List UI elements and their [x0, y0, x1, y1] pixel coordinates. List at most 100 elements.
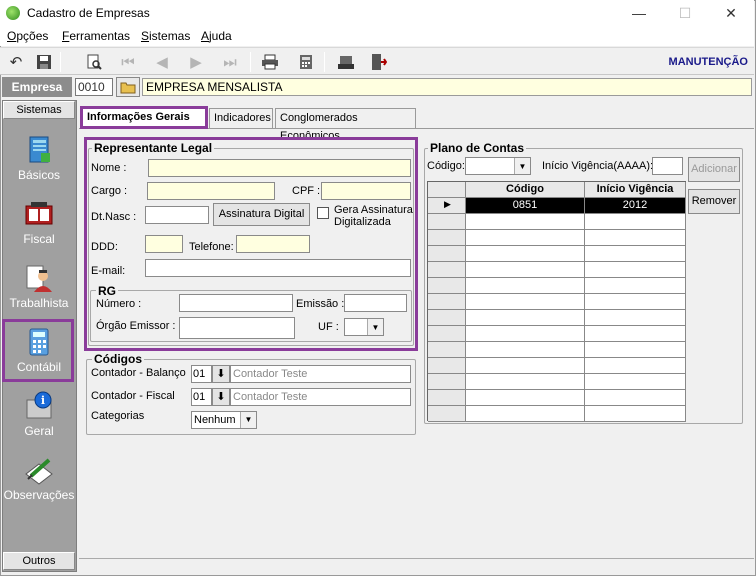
gera-assinatura-checkbox[interactable]	[317, 207, 329, 219]
grid-cell-vigencia[interactable]: 2012	[585, 198, 686, 214]
grid-header-vigencia[interactable]: Início Vigência	[585, 182, 686, 198]
grid-cell-codigo[interactable]	[466, 294, 585, 310]
grid-cell-vigencia[interactable]	[585, 278, 686, 294]
grid-cell-codigo[interactable]	[466, 278, 585, 294]
sidebar-header-sistemas[interactable]: Sistemas	[3, 101, 75, 119]
menu-opcoes[interactable]: Opções	[7, 29, 48, 43]
contador-balanco-lookup-button[interactable]: ⬇	[212, 365, 230, 383]
rg-emissao-field[interactable]	[344, 294, 407, 312]
grid-cell-codigo[interactable]	[466, 374, 585, 390]
undo-icon[interactable]: ↶	[4, 51, 28, 73]
tab-conglomerados[interactable]: Conglomerados Econômicos	[275, 108, 416, 142]
next-record-icon[interactable]: ▶	[184, 51, 208, 73]
open-folder-button[interactable]	[116, 77, 140, 97]
grid-row-indicator[interactable]	[428, 374, 466, 390]
previous-record-icon[interactable]: ◀	[150, 51, 174, 73]
tab-indicadores[interactable]: Indicadores	[209, 108, 273, 128]
cpf-field[interactable]	[321, 182, 411, 200]
plano-codigo-select[interactable]: ▼	[465, 157, 531, 175]
empresa-name-field[interactable]: EMPRESA MENSALISTA	[142, 78, 752, 96]
rg-orgao-field[interactable]	[179, 317, 295, 339]
grid-cell-vigencia[interactable]	[585, 230, 686, 246]
sidebar-item-trabalhista[interactable]: Trabalhista	[3, 258, 75, 316]
grid-cell-codigo[interactable]	[466, 342, 585, 358]
sidebar-item-label: Básicos	[17, 168, 61, 182]
email-field[interactable]	[145, 259, 411, 277]
grid-cell-vigencia[interactable]	[585, 390, 686, 406]
grid-cell-codigo[interactable]	[466, 230, 585, 246]
grid-cell-vigencia[interactable]	[585, 294, 686, 310]
contador-fiscal-code[interactable]: 01	[191, 388, 212, 406]
exit-door-icon[interactable]	[366, 51, 390, 73]
rg-uf-select[interactable]: ▼	[344, 318, 384, 336]
sidebar-footer-outros[interactable]: Outros	[3, 552, 75, 570]
assinatura-digital-button[interactable]: Assinatura Digital	[213, 203, 310, 226]
tab-informacoes-gerais[interactable]: Informações Gerais	[80, 106, 208, 129]
empresa-code-field[interactable]: 0010	[75, 78, 113, 96]
remover-button[interactable]: Remover	[688, 189, 740, 214]
sidebar-item-geral[interactable]: i Geral	[3, 386, 75, 444]
minimize-button[interactable]: —	[616, 0, 662, 26]
grid-cell-codigo[interactable]	[466, 246, 585, 262]
menu-ajuda[interactable]: Ajuda	[201, 29, 232, 43]
grid-row-indicator[interactable]	[428, 278, 466, 294]
grid-row-indicator[interactable]	[428, 358, 466, 374]
grid-cell-vigencia[interactable]	[585, 214, 686, 230]
grid-row-indicator[interactable]	[428, 294, 466, 310]
grid-row-indicator[interactable]	[428, 214, 466, 230]
contador-fiscal-lookup-button[interactable]: ⬇	[212, 388, 230, 406]
grid-row-indicator[interactable]	[428, 246, 466, 262]
first-record-icon[interactable]: ⏮	[116, 51, 140, 73]
grid-header-codigo[interactable]: Código	[466, 182, 585, 198]
grid-cell-vigencia[interactable]	[585, 246, 686, 262]
menu-ferramentas[interactable]: Ferramentas	[62, 29, 130, 43]
telefone-field[interactable]	[236, 235, 310, 253]
grid-cell-vigencia[interactable]	[585, 326, 686, 342]
save-icon[interactable]	[32, 51, 56, 73]
grid-cell-codigo[interactable]	[466, 310, 585, 326]
grid-cell-vigencia[interactable]	[585, 358, 686, 374]
ddd-field[interactable]	[145, 235, 183, 253]
grid-row-indicator[interactable]	[428, 326, 466, 342]
plano-grid[interactable]: Código Início Vigência ▶ 0851 2012	[427, 181, 686, 422]
grid-row-indicator[interactable]: ▶	[428, 198, 466, 214]
preview-icon[interactable]	[82, 51, 106, 73]
plano-vigencia-field[interactable]	[652, 157, 683, 175]
grid-cell-vigencia[interactable]	[585, 262, 686, 278]
grid-cell-codigo[interactable]	[466, 262, 585, 278]
grid-row-indicator[interactable]	[428, 262, 466, 278]
rg-numero-field[interactable]	[179, 294, 293, 312]
stamp-icon[interactable]	[334, 51, 358, 73]
grid-cell-vigencia[interactable]	[585, 374, 686, 390]
grid-cell-codigo[interactable]	[466, 214, 585, 230]
grid-row-indicator[interactable]	[428, 230, 466, 246]
grid-row-indicator[interactable]	[428, 310, 466, 326]
maximize-button[interactable]: ☐	[662, 0, 708, 26]
grid-cell-vigencia[interactable]	[585, 406, 686, 422]
contador-balanco-code[interactable]: 01	[191, 365, 212, 383]
dtnasc-field[interactable]	[145, 206, 209, 224]
last-record-icon[interactable]: ⏭	[218, 51, 242, 73]
print-icon[interactable]	[258, 51, 282, 73]
book-icon	[29, 136, 50, 163]
sidebar-item-fiscal[interactable]: Fiscal	[3, 194, 75, 252]
grid-cell-codigo[interactable]	[466, 390, 585, 406]
calculator-tool-icon[interactable]	[294, 51, 318, 73]
sidebar-item-basicos[interactable]: Básicos	[3, 130, 75, 188]
grid-cell-codigo[interactable]	[466, 326, 585, 342]
grid-cell-codigo[interactable]	[466, 406, 585, 422]
grid-row-indicator[interactable]	[428, 406, 466, 422]
grid-cell-vigencia[interactable]	[585, 342, 686, 358]
grid-cell-codigo[interactable]: 0851	[466, 198, 585, 214]
sidebar-item-observacoes[interactable]: Observações	[3, 450, 75, 508]
adicionar-button[interactable]: Adicionar	[688, 157, 740, 182]
cargo-field[interactable]	[147, 182, 275, 200]
nome-field[interactable]	[148, 159, 411, 177]
grid-cell-vigencia[interactable]	[585, 310, 686, 326]
close-button[interactable]: ✕	[708, 0, 754, 26]
categorias-select[interactable]: Nenhum ▼	[191, 411, 257, 429]
grid-row-indicator[interactable]	[428, 342, 466, 358]
grid-row-indicator[interactable]	[428, 390, 466, 406]
menu-sistemas[interactable]: Sistemas	[141, 29, 190, 43]
grid-cell-codigo[interactable]	[466, 358, 585, 374]
